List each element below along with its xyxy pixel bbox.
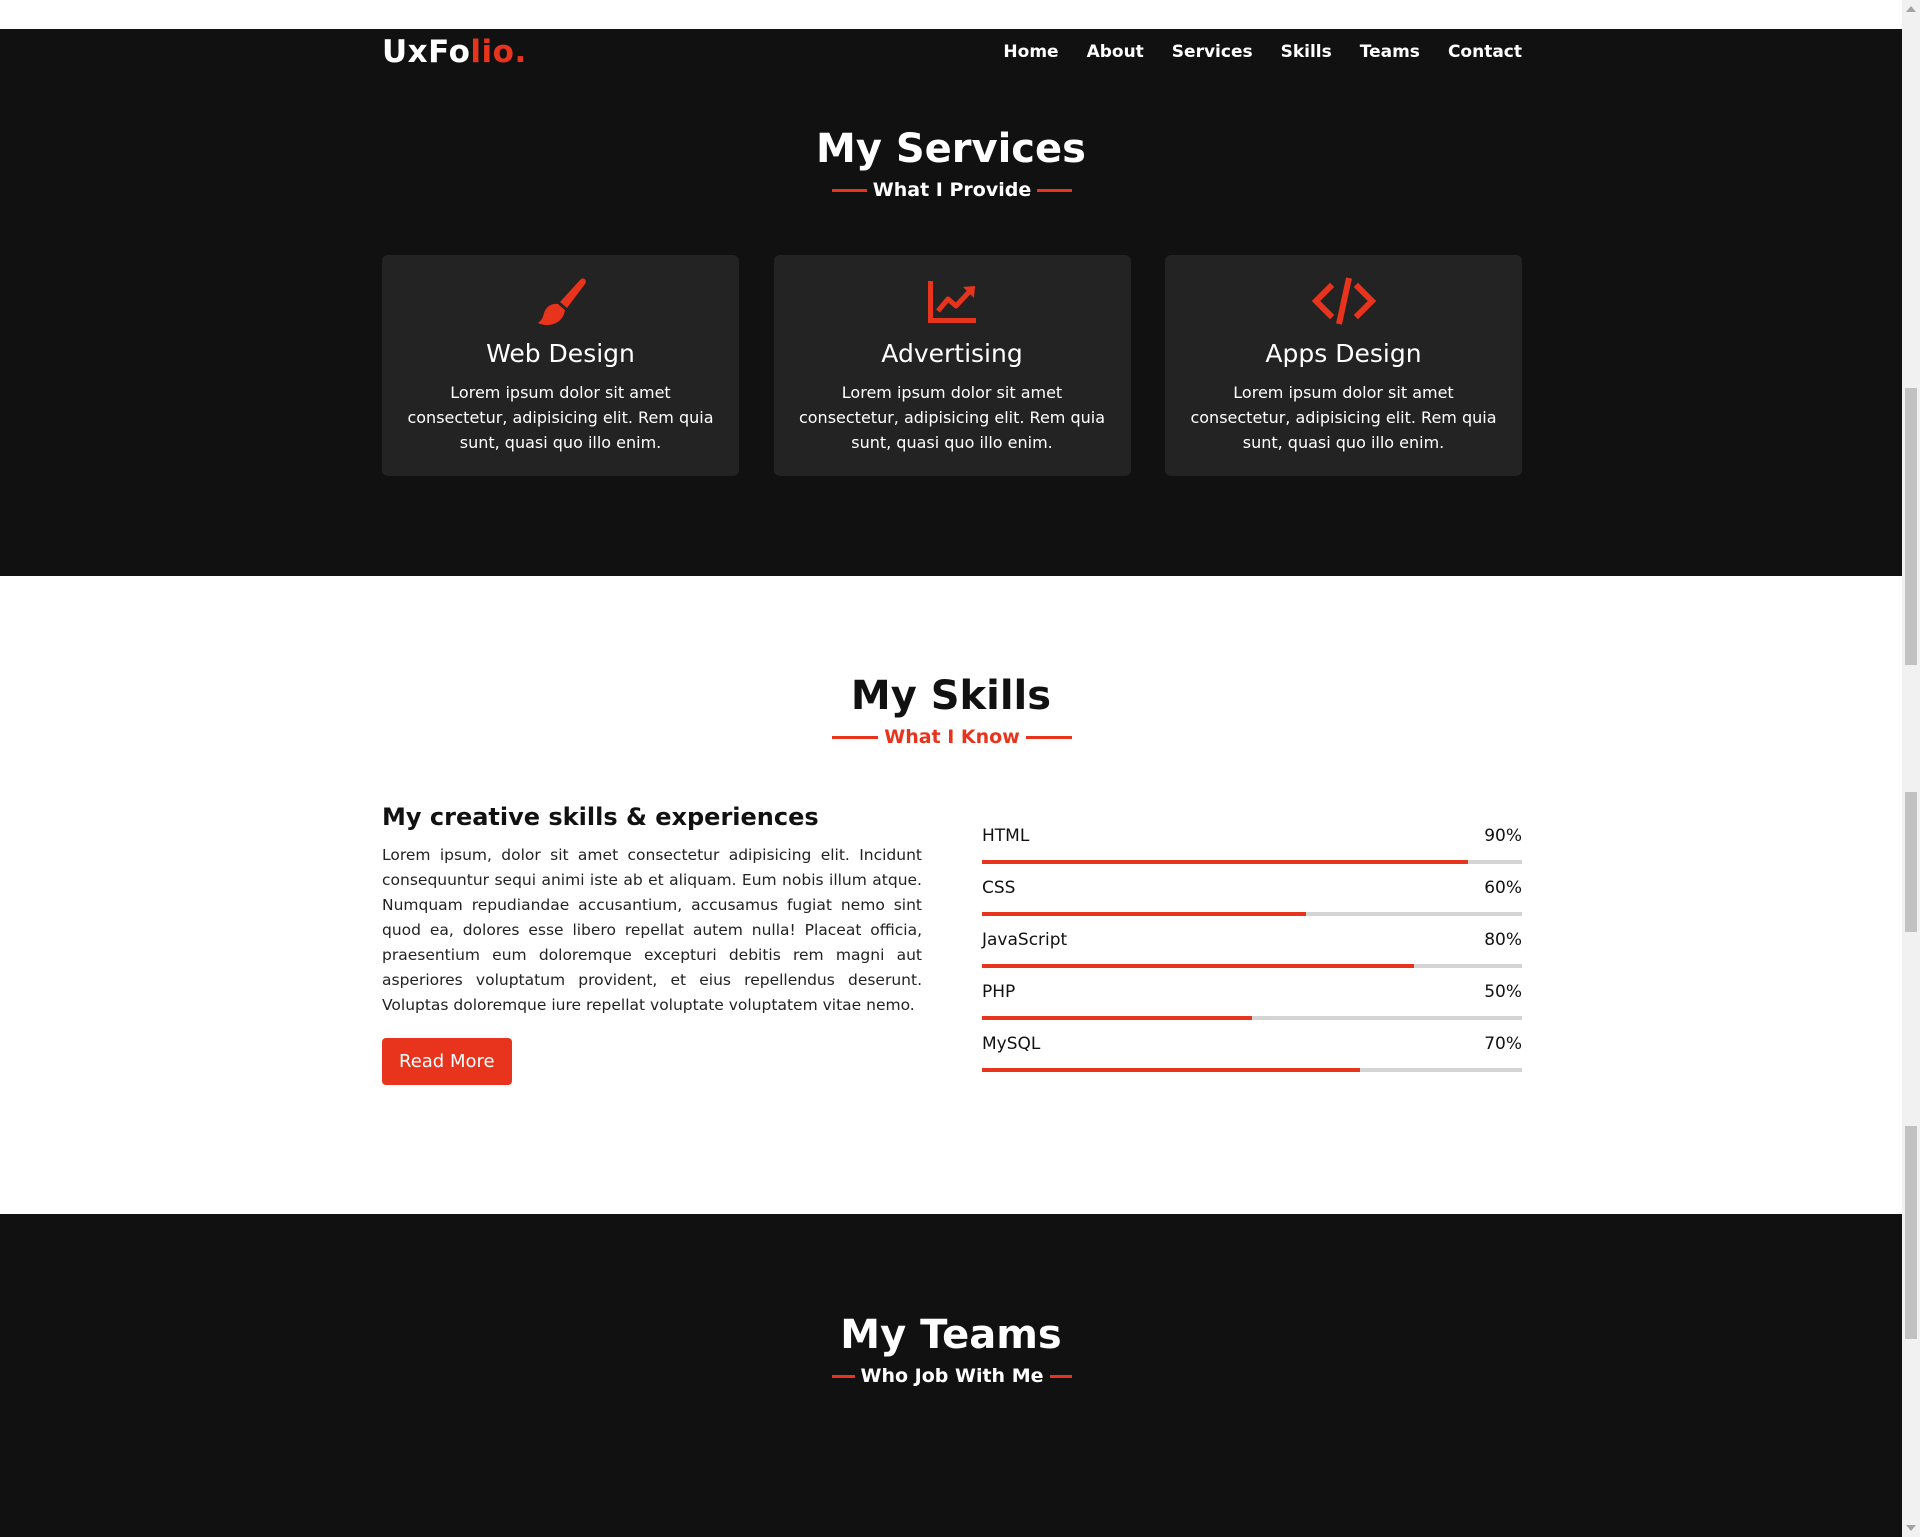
paint-brush-icon — [382, 273, 739, 329]
services-subtitle-text: What I Provide — [872, 179, 1032, 201]
service-card-advertising[interactable]: Advertising Lorem ipsum dolor sit amet c… — [773, 255, 1131, 476]
skill-fill — [982, 860, 1468, 864]
skill-percent: 60% — [1484, 878, 1522, 898]
service-card-text: Lorem ipsum dolor sit amet consectetur, … — [407, 383, 714, 452]
navbar: UxFolio. Home About Services Skills Team… — [382, 29, 1522, 74]
scrollbar[interactable] — [1902, 0, 1920, 1537]
service-card-title: Web Design — [486, 339, 635, 368]
brand-text-main: UxFo — [382, 33, 471, 70]
service-card-apps-design[interactable]: Apps Design Lorem ipsum dolor sit amet c… — [1165, 255, 1522, 476]
subtitle-line-right — [1025, 735, 1073, 739]
subtitle-line-left — [832, 1374, 855, 1378]
skill-fill — [982, 912, 1306, 916]
nav-link-home[interactable]: Home — [1003, 42, 1058, 62]
skills-title: My Skills — [850, 673, 1052, 719]
nav-links: Home About Services Skills Teams Contact — [975, 42, 1522, 62]
brand-logo[interactable]: UxFolio. — [382, 34, 527, 70]
nav-link-teams[interactable]: Teams — [1360, 42, 1420, 62]
page: UxFolio. Home About Services Skills Team… — [0, 0, 1902, 1537]
nav-link-skills[interactable]: Skills — [1281, 42, 1332, 62]
scrollbar-thumb-marker — [1905, 792, 1917, 932]
skill-track — [982, 1016, 1522, 1020]
services-subtitle: What I Provide — [832, 176, 1073, 204]
scroll-down-arrow-icon[interactable] — [1906, 1525, 1916, 1531]
service-card-text: Lorem ipsum dolor sit amet consectetur, … — [798, 383, 1106, 452]
skill-fill — [982, 1016, 1252, 1020]
skills-subtitle-text: What I Know — [884, 726, 1020, 748]
subtitle-line-left — [832, 188, 867, 192]
nav-link-about[interactable]: About — [1087, 42, 1144, 62]
skill-percent: 50% — [1484, 982, 1522, 1002]
skill-track — [982, 860, 1522, 864]
skill-bar-html: HTML 90% — [982, 826, 1522, 878]
brand-text-accent: lio. — [470, 33, 527, 70]
skill-bar-css: CSS 60% — [982, 878, 1522, 930]
subtitle-line-right — [1037, 188, 1073, 192]
service-card-text: Lorem ipsum dolor sit amet consectetur, … — [1190, 383, 1497, 452]
skills-intro: My creative skills & experiences Lorem i… — [382, 803, 922, 1085]
skill-bar-javascript: JavaScript 80% — [982, 930, 1522, 982]
subtitle-line-left — [832, 735, 879, 739]
chart-line-icon — [774, 273, 1131, 329]
top-strip — [0, 0, 1902, 29]
skill-percent: 80% — [1484, 930, 1522, 950]
scroll-up-arrow-icon[interactable] — [1906, 6, 1916, 12]
skill-name: HTML — [982, 826, 1030, 846]
skill-bar-mysql: MySQL 70% — [982, 1034, 1522, 1086]
teams-subtitle-text: Who Job With Me — [860, 1365, 1044, 1387]
skills-heading: My creative skills & experiences — [382, 803, 819, 831]
skill-name: PHP — [982, 982, 1016, 1002]
skills-subtitle: What I Know — [832, 723, 1073, 751]
service-card-title: Advertising — [881, 339, 1023, 368]
skill-track — [982, 912, 1522, 916]
skill-track — [982, 1068, 1522, 1072]
skill-percent: 90% — [1484, 826, 1522, 846]
skill-bars: HTML 90% CSS 60% JavaScript 80% PHP 50% MySQ… — [982, 826, 1522, 1086]
skill-bar-php: PHP 50% — [982, 982, 1522, 1034]
skill-fill — [982, 1068, 1360, 1072]
skill-name: JavaScript — [982, 930, 1068, 950]
skill-name: CSS — [982, 878, 1016, 898]
skill-percent: 70% — [1484, 1034, 1522, 1054]
nav-link-contact[interactable]: Contact — [1448, 42, 1522, 62]
service-card-title: Apps Design — [1265, 339, 1422, 368]
service-cards: Web Design Lorem ipsum dolor sit amet co… — [382, 255, 1522, 476]
teams-title: My Teams — [840, 1312, 1062, 1358]
skill-fill — [982, 964, 1414, 968]
services-title: My Services — [816, 126, 1086, 172]
service-card-web-design[interactable]: Web Design Lorem ipsum dolor sit amet co… — [382, 255, 739, 476]
teams-subtitle: Who Job With Me — [832, 1362, 1073, 1390]
subtitle-line-right — [1049, 1374, 1073, 1378]
skills-paragraph: Lorem ipsum, dolor sit amet consectetur … — [382, 846, 922, 1014]
scrollbar-thumb-marker — [1905, 1126, 1917, 1339]
skill-track — [982, 964, 1522, 968]
nav-link-services[interactable]: Services — [1172, 42, 1253, 62]
scrollbar-thumb[interactable] — [1905, 388, 1917, 665]
code-icon — [1165, 273, 1522, 329]
skill-name: MySQL — [982, 1034, 1041, 1054]
read-more-button[interactable]: Read More — [382, 1038, 512, 1085]
